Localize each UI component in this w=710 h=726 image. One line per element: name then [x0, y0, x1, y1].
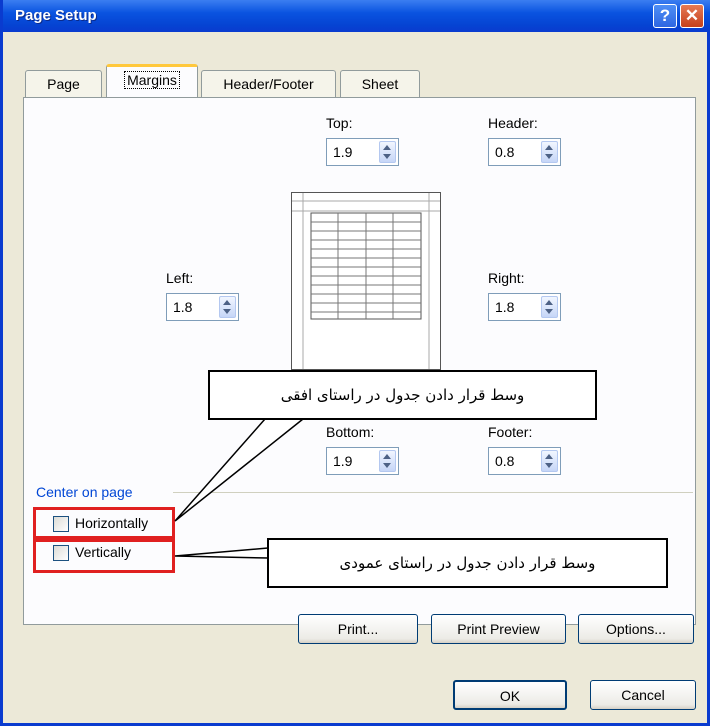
tab-sheet[interactable]: Sheet: [340, 70, 420, 98]
spin-up-icon[interactable]: [545, 454, 553, 459]
footer-spinner[interactable]: 0.8: [488, 447, 561, 475]
spin-down-icon[interactable]: [383, 463, 391, 468]
spin-up-icon[interactable]: [545, 145, 553, 150]
spin-up-icon[interactable]: [223, 300, 231, 305]
spin-down-icon[interactable]: [383, 154, 391, 159]
left-spinner[interactable]: 1.8: [166, 293, 239, 321]
spin-up-icon[interactable]: [383, 145, 391, 150]
top-label: Top:: [326, 115, 353, 131]
bottom-spinner[interactable]: 1.9: [326, 447, 399, 475]
spin-arrows[interactable]: [541, 141, 558, 163]
tab-header-footer[interactable]: Header/Footer: [201, 70, 336, 98]
help-icon[interactable]: ?: [653, 4, 677, 28]
ok-button[interactable]: OK: [453, 680, 567, 710]
print-preview-button[interactable]: Print Preview: [431, 614, 566, 644]
bottom-value: 1.9: [333, 453, 353, 469]
header-label: Header:: [488, 115, 538, 131]
cancel-button[interactable]: Cancel: [590, 680, 696, 710]
page-preview: [291, 192, 441, 370]
left-value: 1.8: [173, 299, 193, 315]
window-title: Page Setup: [15, 7, 97, 24]
options-button[interactable]: Options...: [578, 614, 694, 644]
right-label: Right:: [488, 270, 525, 286]
tab-margins-label: Margins: [124, 71, 180, 89]
spin-up-icon[interactable]: [545, 300, 553, 305]
close-icon[interactable]: ✕: [680, 4, 704, 28]
top-value: 1.9: [333, 144, 353, 160]
page-preview-graphic: [292, 193, 440, 369]
header-spinner[interactable]: 0.8: [488, 138, 561, 166]
tab-page[interactable]: Page: [25, 70, 102, 98]
top-spinner[interactable]: 1.9: [326, 138, 399, 166]
spin-arrows[interactable]: [379, 450, 396, 472]
spin-arrows[interactable]: [379, 141, 396, 163]
spin-up-icon[interactable]: [383, 454, 391, 459]
footer-value: 0.8: [495, 453, 515, 469]
group-divider: [173, 492, 693, 493]
spin-down-icon[interactable]: [545, 154, 553, 159]
right-value: 1.8: [495, 299, 515, 315]
page-setup-dialog: Page Setup ? ✕ Page Margins Header/Foote…: [0, 0, 710, 726]
spin-arrows[interactable]: [219, 296, 236, 318]
print-button[interactable]: Print...: [298, 614, 418, 644]
header-value: 0.8: [495, 144, 515, 160]
horizontally-highlight: [33, 507, 175, 539]
spin-arrows[interactable]: [541, 296, 558, 318]
horizontal-callout: وسط قرار دادن جدول در راستای افقی: [208, 370, 597, 420]
footer-label: Footer:: [488, 424, 533, 440]
right-spinner[interactable]: 1.8: [488, 293, 561, 321]
title-bar[interactable]: Page Setup ? ✕: [3, 0, 710, 32]
spin-down-icon[interactable]: [545, 463, 553, 468]
left-label: Left:: [166, 270, 194, 286]
center-on-page-title: Center on page: [36, 484, 137, 500]
spin-arrows[interactable]: [541, 450, 558, 472]
spin-down-icon[interactable]: [545, 309, 553, 314]
vertically-highlight: [33, 539, 175, 573]
spin-down-icon[interactable]: [223, 309, 231, 314]
vertical-callout: وسط قرار دادن جدول در راستای عمودی: [267, 538, 668, 588]
tab-margins[interactable]: Margins: [106, 64, 198, 97]
bottom-label: Bottom:: [326, 424, 375, 440]
